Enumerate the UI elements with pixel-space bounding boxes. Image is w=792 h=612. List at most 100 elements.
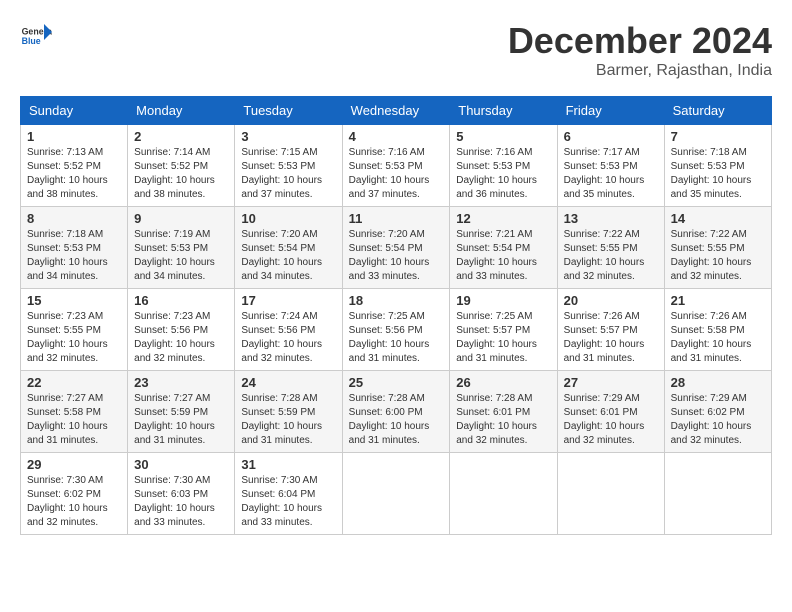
empty-cell: [450, 453, 557, 535]
day-cell-10: 10 Sunrise: 7:20 AM Sunset: 5:54 PM Dayli…: [235, 207, 342, 289]
empty-cell: [664, 453, 771, 535]
day-cell-8: 8 Sunrise: 7:18 AM Sunset: 5:53 PM Daylig…: [21, 207, 128, 289]
day-cell-5: 5 Sunrise: 7:16 AM Sunset: 5:53 PM Daylig…: [450, 125, 557, 207]
empty-cell: [342, 453, 450, 535]
day-info-7: Sunrise: 7:18 AM Sunset: 5:53 PM Dayligh…: [671, 146, 765, 202]
day-number-8: 8: [27, 211, 121, 226]
day-cell-12: 12 Sunrise: 7:21 AM Sunset: 5:54 PM Dayli…: [450, 207, 557, 289]
header-friday: Friday: [557, 97, 664, 125]
day-cell-27: 27 Sunrise: 7:29 AM Sunset: 6:01 PM Dayli…: [557, 371, 664, 453]
day-info-19: Sunrise: 7:25 AM Sunset: 5:57 PM Dayligh…: [456, 310, 550, 366]
month-title: December 2024: [508, 20, 772, 62]
day-info-3: Sunrise: 7:15 AM Sunset: 5:53 PM Dayligh…: [241, 146, 335, 202]
day-cell-19: 19 Sunrise: 7:25 AM Sunset: 5:57 PM Dayli…: [450, 289, 557, 371]
day-number-30: 30: [134, 457, 228, 472]
day-number-1: 1: [27, 129, 121, 144]
header-monday: Monday: [128, 97, 235, 125]
day-number-16: 16: [134, 293, 228, 308]
header-sunday: Sunday: [21, 97, 128, 125]
day-info-13: Sunrise: 7:22 AM Sunset: 5:55 PM Dayligh…: [564, 228, 658, 284]
day-cell-9: 9 Sunrise: 7:19 AM Sunset: 5:53 PM Daylig…: [128, 207, 235, 289]
day-number-5: 5: [456, 129, 550, 144]
day-info-29: Sunrise: 7:30 AM Sunset: 6:02 PM Dayligh…: [27, 474, 121, 530]
day-number-13: 13: [564, 211, 658, 226]
day-info-23: Sunrise: 7:27 AM Sunset: 5:59 PM Dayligh…: [134, 392, 228, 448]
day-cell-31: 31 Sunrise: 7:30 AM Sunset: 6:04 PM Dayli…: [235, 453, 342, 535]
day-info-21: Sunrise: 7:26 AM Sunset: 5:58 PM Dayligh…: [671, 310, 765, 366]
day-info-22: Sunrise: 7:27 AM Sunset: 5:58 PM Dayligh…: [27, 392, 121, 448]
day-number-23: 23: [134, 375, 228, 390]
day-number-3: 3: [241, 129, 335, 144]
day-cell-15: 15 Sunrise: 7:23 AM Sunset: 5:55 PM Dayli…: [21, 289, 128, 371]
week-row-1: 1 Sunrise: 7:13 AM Sunset: 5:52 PM Daylig…: [21, 125, 772, 207]
weekday-header-row: SundayMondayTuesdayWednesdayThursdayFrid…: [21, 97, 772, 125]
day-cell-11: 11 Sunrise: 7:20 AM Sunset: 5:54 PM Dayli…: [342, 207, 450, 289]
day-cell-26: 26 Sunrise: 7:28 AM Sunset: 6:01 PM Dayli…: [450, 371, 557, 453]
day-number-10: 10: [241, 211, 335, 226]
page-header: General Blue December 2024 Barmer, Rajas…: [20, 20, 772, 80]
day-number-31: 31: [241, 457, 335, 472]
day-number-29: 29: [27, 457, 121, 472]
title-area: December 2024 Barmer, Rajasthan, India: [508, 20, 772, 80]
day-number-11: 11: [349, 211, 444, 226]
week-row-4: 22 Sunrise: 7:27 AM Sunset: 5:58 PM Dayli…: [21, 371, 772, 453]
day-number-12: 12: [456, 211, 550, 226]
day-cell-29: 29 Sunrise: 7:30 AM Sunset: 6:02 PM Dayli…: [21, 453, 128, 535]
day-cell-17: 17Sunrise: 7:24 AM Sunset: 5:56 PM Dayli…: [235, 289, 342, 371]
day-info-15: Sunrise: 7:23 AM Sunset: 5:55 PM Dayligh…: [27, 310, 121, 366]
header-tuesday: Tuesday: [235, 97, 342, 125]
week-row-2: 8 Sunrise: 7:18 AM Sunset: 5:53 PM Daylig…: [21, 207, 772, 289]
day-cell-28: 28Sunrise: 7:29 AM Sunset: 6:02 PM Dayli…: [664, 371, 771, 453]
day-cell-1: 1 Sunrise: 7:13 AM Sunset: 5:52 PM Daylig…: [21, 125, 128, 207]
day-info-20: Sunrise: 7:26 AM Sunset: 5:57 PM Dayligh…: [564, 310, 658, 366]
day-info-4: Sunrise: 7:16 AM Sunset: 5:53 PM Dayligh…: [349, 146, 444, 202]
logo: General Blue: [20, 20, 52, 52]
day-info-1: Sunrise: 7:13 AM Sunset: 5:52 PM Dayligh…: [27, 146, 121, 202]
day-info-18: Sunrise: 7:25 AM Sunset: 5:56 PM Dayligh…: [349, 310, 444, 366]
day-number-22: 22: [27, 375, 121, 390]
day-number-4: 4: [349, 129, 444, 144]
day-cell-3: 3 Sunrise: 7:15 AM Sunset: 5:53 PM Daylig…: [235, 125, 342, 207]
day-info-11: Sunrise: 7:20 AM Sunset: 5:54 PM Dayligh…: [349, 228, 444, 284]
day-info-27: Sunrise: 7:29 AM Sunset: 6:01 PM Dayligh…: [564, 392, 658, 448]
day-info-5: Sunrise: 7:16 AM Sunset: 5:53 PM Dayligh…: [456, 146, 550, 202]
day-cell-21: 21Sunrise: 7:26 AM Sunset: 5:58 PM Dayli…: [664, 289, 771, 371]
day-number-28: 28: [671, 375, 765, 390]
day-info-31: Sunrise: 7:30 AM Sunset: 6:04 PM Dayligh…: [241, 474, 335, 530]
day-number-7: 7: [671, 129, 765, 144]
day-number-20: 20: [564, 293, 658, 308]
day-info-9: Sunrise: 7:19 AM Sunset: 5:53 PM Dayligh…: [134, 228, 228, 284]
day-info-2: Sunrise: 7:14 AM Sunset: 5:52 PM Dayligh…: [134, 146, 228, 202]
day-cell-23: 23 Sunrise: 7:27 AM Sunset: 5:59 PM Dayli…: [128, 371, 235, 453]
svg-text:Blue: Blue: [22, 36, 41, 46]
day-info-6: Sunrise: 7:17 AM Sunset: 5:53 PM Dayligh…: [564, 146, 658, 202]
day-number-6: 6: [564, 129, 658, 144]
day-info-10: Sunrise: 7:20 AM Sunset: 5:54 PM Dayligh…: [241, 228, 335, 284]
calendar-table: SundayMondayTuesdayWednesdayThursdayFrid…: [20, 96, 772, 535]
day-number-14: 14: [671, 211, 765, 226]
day-number-25: 25: [349, 375, 444, 390]
week-row-5: 29 Sunrise: 7:30 AM Sunset: 6:02 PM Dayli…: [21, 453, 772, 535]
week-row-3: 15 Sunrise: 7:23 AM Sunset: 5:55 PM Dayli…: [21, 289, 772, 371]
day-number-26: 26: [456, 375, 550, 390]
day-cell-2: 2Sunrise: 7:14 AM Sunset: 5:52 PM Daylig…: [128, 125, 235, 207]
day-cell-6: 6 Sunrise: 7:17 AM Sunset: 5:53 PM Daylig…: [557, 125, 664, 207]
day-info-26: Sunrise: 7:28 AM Sunset: 6:01 PM Dayligh…: [456, 392, 550, 448]
day-number-27: 27: [564, 375, 658, 390]
day-cell-4: 4 Sunrise: 7:16 AM Sunset: 5:53 PM Daylig…: [342, 125, 450, 207]
day-info-16: Sunrise: 7:23 AM Sunset: 5:56 PM Dayligh…: [134, 310, 228, 366]
day-cell-18: 18Sunrise: 7:25 AM Sunset: 5:56 PM Dayli…: [342, 289, 450, 371]
day-number-15: 15: [27, 293, 121, 308]
day-info-12: Sunrise: 7:21 AM Sunset: 5:54 PM Dayligh…: [456, 228, 550, 284]
logo-icon: General Blue: [20, 20, 52, 52]
day-number-24: 24: [241, 375, 335, 390]
day-number-9: 9: [134, 211, 228, 226]
header-saturday: Saturday: [664, 97, 771, 125]
day-info-8: Sunrise: 7:18 AM Sunset: 5:53 PM Dayligh…: [27, 228, 121, 284]
day-number-17: 17: [241, 293, 335, 308]
day-cell-24: 24Sunrise: 7:28 AM Sunset: 5:59 PM Dayli…: [235, 371, 342, 453]
day-info-25: Sunrise: 7:28 AM Sunset: 6:00 PM Dayligh…: [349, 392, 444, 448]
day-number-19: 19: [456, 293, 550, 308]
empty-cell: [557, 453, 664, 535]
day-cell-22: 22 Sunrise: 7:27 AM Sunset: 5:58 PM Dayli…: [21, 371, 128, 453]
